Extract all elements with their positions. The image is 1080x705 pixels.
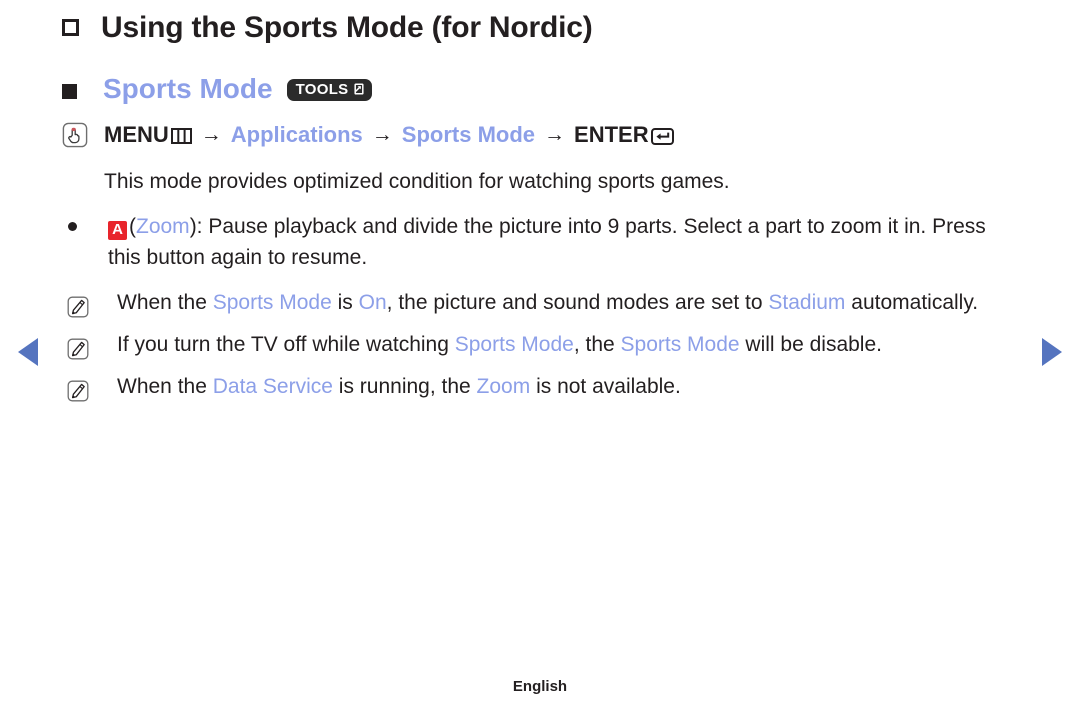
note-part: is not available. (530, 375, 681, 398)
note-part: Data Service (212, 375, 333, 398)
next-page-arrow[interactable] (1042, 338, 1062, 366)
dot-bullet-icon (68, 222, 77, 231)
hollow-square-bullet-icon (62, 19, 79, 36)
note-part: , the (573, 333, 621, 356)
page-title-row: Using the Sports Mode (for Nordic) (62, 10, 1022, 46)
prev-page-arrow[interactable] (18, 338, 38, 366)
note-row: If you turn the TV off while watching Sp… (62, 329, 1022, 360)
menu-label: MENU (104, 122, 169, 147)
zoom-bullet-row: A (Zoom): Pause playback and divide the p… (62, 211, 1022, 273)
note-part: Sports Mode (454, 333, 574, 356)
note-pencil-icon (67, 296, 89, 318)
note-text: When the Sports Mode is On, the picture … (117, 287, 1022, 318)
note-pencil-icon (67, 380, 89, 402)
menu-path-text: MENU → Applications → Sports Mode → ENTE… (104, 120, 674, 150)
menu-path-row: MENU → Applications → Sports Mode → ENTE… (62, 120, 1022, 150)
enter-return-icon (650, 127, 674, 145)
path-arrow-1: → (200, 123, 222, 146)
footer-language: English (512, 678, 568, 695)
note-part: automatically. (845, 291, 979, 314)
note-part: When the (117, 291, 213, 314)
note-row: When the Sports Mode is On, the picture … (62, 287, 1022, 318)
zoom-open-paren: ( (129, 215, 136, 238)
note-part: is (331, 291, 359, 314)
menu-grid-icon (170, 128, 192, 144)
note-part: When the (117, 375, 213, 398)
intro-paragraph: This mode provides optimized condition f… (104, 170, 730, 193)
path-arrow-2: → (371, 123, 393, 146)
tools-window-icon (351, 83, 365, 96)
note-part: Stadium (768, 291, 846, 314)
note-part: Sports Mode (620, 333, 740, 356)
enter-label: ENTER (574, 122, 649, 147)
note-text: If you turn the TV off while watching Sp… (117, 329, 1022, 360)
tools-badge-label: TOOLS (295, 81, 349, 98)
section-title: Sports Mode (103, 73, 273, 104)
note-part: Sports Mode (212, 291, 332, 314)
touch-hand-icon (62, 122, 88, 148)
note-row: When the Data Service is running, the Zo… (62, 371, 1022, 402)
note-part: , the picture and sound modes are set to (386, 291, 769, 314)
zoom-bullet-text: A (Zoom): Pause playback and divide the p… (108, 211, 1022, 273)
note-part: If you turn the TV off while watching (117, 333, 455, 356)
path-step-sports-mode: Sports Mode (401, 122, 536, 147)
path-step-applications: Applications (230, 122, 363, 147)
note-text: When the Data Service is running, the Zo… (117, 371, 1022, 402)
section-title-wrap: Sports Mode TOOLS (103, 72, 373, 106)
note-part: Zoom (476, 375, 531, 398)
note-part: is running, the (332, 375, 477, 398)
zoom-bullet-description: Pause playback and divide the picture in… (108, 215, 986, 269)
section-title-row: Sports Mode TOOLS (62, 72, 1022, 106)
note-pencil-icon (67, 338, 89, 360)
filled-square-bullet-icon (62, 84, 77, 99)
path-arrow-3: → (544, 123, 566, 146)
page-content: Using the Sports Mode (for Nordic) Sport… (62, 10, 1022, 413)
key-a-badge: A (108, 221, 127, 240)
zoom-key-name: Zoom (136, 215, 190, 238)
tools-badge: TOOLS (286, 79, 373, 101)
note-part: On (358, 291, 387, 314)
note-part: will be disable. (739, 333, 882, 356)
page-title: Using the Sports Mode (for Nordic) (101, 11, 593, 44)
zoom-close-paren: ): (189, 215, 203, 238)
